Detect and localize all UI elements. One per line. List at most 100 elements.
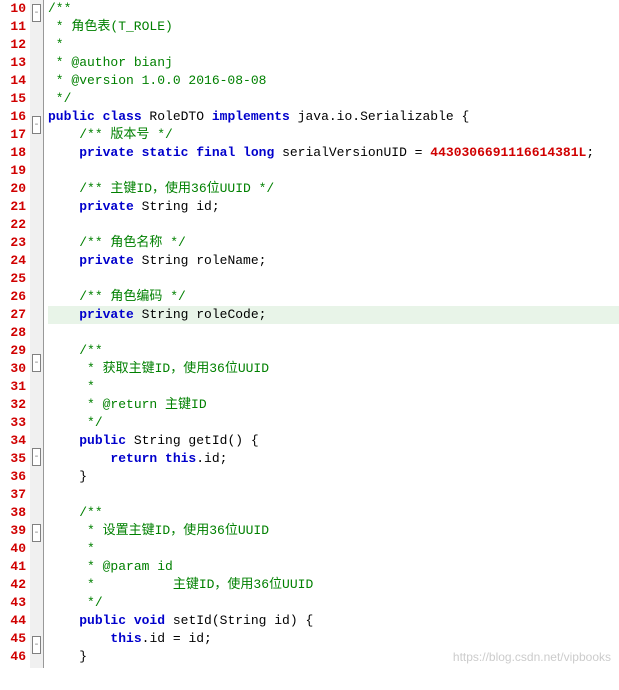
fold-cell [30, 542, 43, 560]
fold-cell[interactable]: - [30, 524, 43, 542]
fold-column: - - - - - - [30, 0, 44, 668]
fold-cell [30, 314, 43, 332]
line-number: 17 [0, 126, 26, 144]
code-line[interactable]: this.id = id; [48, 630, 619, 648]
fold-cell [30, 372, 43, 390]
fold-cell[interactable]: - [30, 4, 43, 22]
line-number: 28 [0, 324, 26, 342]
line-number: 36 [0, 468, 26, 486]
line-number: 38 [0, 504, 26, 522]
code-line[interactable]: * 设置主键ID，使用36位UUID [48, 522, 619, 540]
code-area[interactable]: /** * 角色表(T_ROLE) * * @author bianj * @v… [44, 0, 619, 668]
fold-toggle-icon[interactable]: - [32, 524, 41, 542]
code-line[interactable]: * 角色表(T_ROLE) [48, 18, 619, 36]
code-line[interactable]: private static final long serialVersionU… [48, 144, 619, 162]
code-line[interactable]: /** 版本号 */ [48, 126, 619, 144]
code-line[interactable]: */ [48, 414, 619, 432]
fold-cell [30, 332, 43, 350]
line-number: 46 [0, 648, 26, 666]
code-line[interactable]: /** 角色名称 */ [48, 234, 619, 252]
fold-cell [30, 242, 43, 260]
line-number: 16 [0, 108, 26, 126]
code-line[interactable]: * [48, 540, 619, 558]
line-number: 42 [0, 576, 26, 594]
line-number: 39 [0, 522, 26, 540]
code-line[interactable]: * 主键ID，使用36位UUID [48, 576, 619, 594]
code-line[interactable]: * @version 1.0.0 2016-08-08 [48, 72, 619, 90]
fold-toggle-icon[interactable]: - [32, 636, 41, 654]
code-line[interactable]: * 获取主键ID，使用36位UUID [48, 360, 619, 378]
fold-cell [30, 672, 43, 690]
code-line[interactable] [48, 324, 619, 342]
fold-cell [30, 58, 43, 76]
line-number: 19 [0, 162, 26, 180]
line-number: 44 [0, 612, 26, 630]
line-number: 22 [0, 216, 26, 234]
code-line[interactable]: * [48, 36, 619, 54]
line-number: 25 [0, 270, 26, 288]
code-line[interactable]: private String id; [48, 198, 619, 216]
fold-cell [30, 224, 43, 242]
code-line[interactable]: */ [48, 594, 619, 612]
code-line[interactable]: private String roleCode; [48, 306, 619, 324]
code-line[interactable]: /** 主键ID，使用36位UUID */ [48, 180, 619, 198]
code-line[interactable]: /** 角色编码 */ [48, 288, 619, 306]
line-number-gutter: 1011121314151617181920212223242526272829… [0, 0, 30, 668]
line-number: 31 [0, 378, 26, 396]
code-line[interactable] [48, 486, 619, 504]
fold-cell[interactable]: - [30, 448, 43, 466]
code-line[interactable]: } [48, 468, 619, 486]
line-number: 21 [0, 198, 26, 216]
line-number: 32 [0, 396, 26, 414]
code-line[interactable]: * @author bianj [48, 54, 619, 72]
fold-cell [30, 484, 43, 502]
line-number: 33 [0, 414, 26, 432]
fold-cell [30, 152, 43, 170]
code-line[interactable]: * @return 主键ID [48, 396, 619, 414]
fold-cell [30, 502, 43, 520]
code-line[interactable]: * @param id [48, 558, 619, 576]
fold-cell [30, 654, 43, 672]
line-number: 15 [0, 90, 26, 108]
fold-cell [30, 614, 43, 632]
code-line[interactable] [48, 162, 619, 180]
code-line[interactable]: private String roleName; [48, 252, 619, 270]
fold-toggle-icon[interactable]: - [32, 354, 41, 372]
code-line[interactable]: /** [48, 342, 619, 360]
fold-cell [30, 206, 43, 224]
code-line[interactable] [48, 270, 619, 288]
fold-cell [30, 560, 43, 578]
code-line[interactable]: /** [48, 0, 619, 18]
fold-cell [30, 596, 43, 614]
code-line[interactable]: public void setId(String id) { [48, 612, 619, 630]
fold-cell[interactable]: - [30, 116, 43, 134]
code-editor: 1011121314151617181920212223242526272829… [0, 0, 619, 668]
code-line[interactable]: return this.id; [48, 450, 619, 468]
line-number: 34 [0, 432, 26, 450]
fold-cell [30, 40, 43, 58]
fold-toggle-icon[interactable]: - [32, 448, 41, 466]
line-number: 18 [0, 144, 26, 162]
line-number: 23 [0, 234, 26, 252]
fold-toggle-icon[interactable]: - [32, 116, 41, 134]
fold-cell [30, 278, 43, 296]
fold-cell [30, 296, 43, 314]
fold-toggle-icon[interactable]: - [32, 4, 41, 22]
fold-cell[interactable]: - [30, 636, 43, 654]
code-line[interactable] [48, 216, 619, 234]
line-number: 29 [0, 342, 26, 360]
fold-cell [30, 408, 43, 426]
fold-cell [30, 578, 43, 596]
code-line[interactable]: */ [48, 90, 619, 108]
fold-cell [30, 134, 43, 152]
code-line[interactable]: public class RoleDTO implements java.io.… [48, 108, 619, 126]
line-number: 12 [0, 36, 26, 54]
code-line[interactable]: public String getId() { [48, 432, 619, 450]
fold-cell[interactable]: - [30, 354, 43, 372]
fold-cell [30, 466, 43, 484]
code-line[interactable]: /** [48, 504, 619, 522]
line-number: 20 [0, 180, 26, 198]
line-number: 14 [0, 72, 26, 90]
code-line[interactable]: * [48, 378, 619, 396]
fold-cell [30, 188, 43, 206]
